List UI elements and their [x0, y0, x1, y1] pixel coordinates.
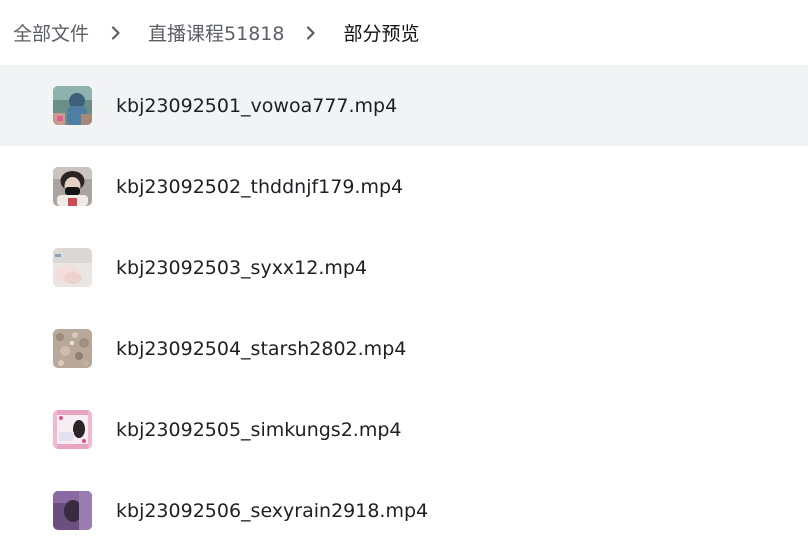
file-name: kbj23092506_sexyrain2918.mp4	[116, 499, 429, 522]
video-thumbnail-icon	[53, 329, 92, 368]
file-row[interactable]: kbj23092501_vowoa777.mp4	[0, 65, 808, 146]
file-row[interactable]: kbj23092505_simkungs2.mp4	[0, 389, 808, 470]
file-row[interactable]: kbj23092504_starsh2802.mp4	[0, 308, 808, 389]
video-thumbnail-icon	[53, 491, 92, 530]
breadcrumb: 全部文件 直播课程51818 部分预览	[0, 0, 808, 65]
video-thumbnail-icon	[53, 86, 92, 125]
video-thumbnail-icon	[53, 248, 92, 287]
breadcrumb-item-live-course[interactable]: 直播课程51818	[148, 19, 284, 46]
file-row[interactable]: kbj23092502_thddnjf179.mp4	[0, 146, 808, 227]
breadcrumb-item-all-files[interactable]: 全部文件	[13, 19, 89, 46]
video-thumbnail-icon	[53, 167, 92, 206]
file-name: kbj23092504_starsh2802.mp4	[116, 337, 407, 360]
video-thumbnail-icon	[53, 410, 92, 449]
file-name: kbj23092505_simkungs2.mp4	[116, 418, 402, 441]
file-list: kbj23092501_vowoa777.mp4 kbj23092502_thd…	[0, 65, 808, 551]
file-name: kbj23092503_syxx12.mp4	[116, 256, 368, 279]
chevron-right-icon	[303, 25, 319, 41]
file-name: kbj23092501_vowoa777.mp4	[116, 94, 398, 117]
file-row[interactable]: kbj23092506_sexyrain2918.mp4	[0, 470, 808, 551]
file-name: kbj23092502_thddnjf179.mp4	[116, 175, 404, 198]
file-row[interactable]: kbj23092503_syxx12.mp4	[0, 227, 808, 308]
breadcrumb-item-partial-preview: 部分预览	[343, 23, 420, 45]
chevron-right-icon	[108, 25, 124, 41]
